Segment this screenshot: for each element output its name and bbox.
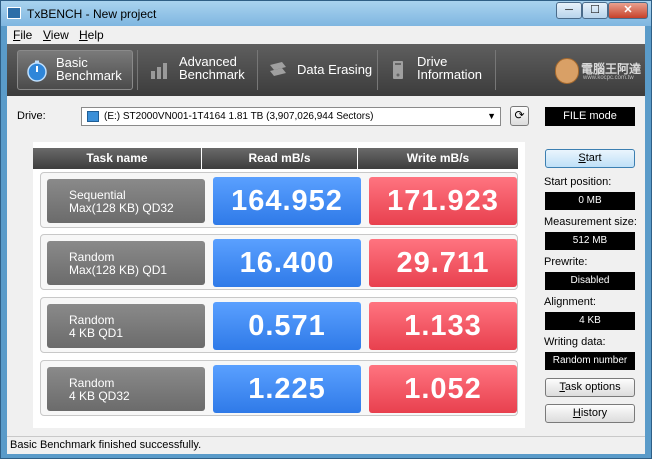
task-line1: Random (69, 313, 115, 327)
menu-file[interactable]: File (13, 28, 32, 42)
read-value: 16.400 (213, 239, 361, 287)
menu-help[interactable]: Help (79, 28, 104, 42)
write-value: 171.923 (369, 177, 517, 225)
measurement-size-value: 512 MB (545, 232, 635, 250)
drive-select[interactable]: (E:) ST2000VN001-1T4164 1.81 TB (3,907,0… (81, 107, 501, 126)
tab-advanced-benchmark[interactable]: Advanced Benchmark (141, 50, 255, 90)
stopwatch-icon (27, 60, 47, 82)
task-cell: Random 4 KB QD32 (47, 367, 205, 411)
alignment-label: Alignment: (544, 296, 596, 308)
task-line2: Max(128 KB) QD32 (69, 201, 174, 215)
tab-basic-label: Basic Benchmark (56, 55, 122, 83)
read-value: 164.952 (213, 177, 361, 225)
task-line1: Random (69, 250, 115, 264)
toolbar-separator (377, 50, 378, 90)
menu-view-label: iew (50, 28, 69, 42)
writing-data-value: Random number (545, 352, 635, 370)
task-line2: 4 KB QD32 (69, 389, 130, 403)
menu-view-accel: V (43, 28, 51, 42)
table-row: Random 4 KB QD32 1.225 1.052 (40, 360, 518, 416)
table-row: Random 4 KB QD1 0.571 1.133 (40, 297, 518, 353)
tab-advanced-label: Advanced Benchmark (179, 54, 245, 82)
start-label: tart (585, 152, 602, 164)
table-row: Random Max(128 KB) QD1 16.400 29.711 (40, 234, 518, 290)
header-write: Write mB/s (358, 148, 518, 169)
app-icon (7, 7, 21, 19)
history-label: istory (580, 407, 608, 419)
mode-indicator: FILE mode (545, 107, 635, 126)
header-task-name: Task name (33, 148, 201, 169)
toolbar-separator (495, 50, 496, 90)
menu-file-label: ile (20, 28, 33, 42)
menu-bar: File View Help (7, 26, 645, 44)
task-cell: Random 4 KB QD1 (47, 304, 205, 348)
close-button[interactable]: ✕ (608, 2, 648, 19)
menu-help-label: elp (87, 28, 104, 42)
results-table: Task name Read mB/s Write mB/s Sequentia… (33, 142, 525, 428)
start-position-value: 0 MB (545, 192, 635, 210)
status-text: Basic Benchmark finished successfully. (10, 439, 202, 451)
prewrite-label: Prewrite: (544, 256, 588, 268)
status-bar: Basic Benchmark finished successfully. (7, 436, 645, 454)
history-accel: H (572, 407, 581, 419)
write-value: 1.133 (369, 302, 517, 350)
disk-icon (87, 111, 99, 122)
alignment-value: 4 KB (545, 312, 635, 330)
read-value: 1.225 (213, 365, 361, 413)
measurement-size-label: Measurement size: (544, 216, 637, 228)
mascot-icon (555, 58, 579, 84)
toolbar-separator (257, 50, 258, 90)
window-title: TxBENCH - New project (27, 7, 157, 21)
drive-icon (393, 61, 403, 79)
chevron-down-icon: ▼ (487, 111, 496, 121)
task-cell: Random Max(128 KB) QD1 (47, 241, 205, 285)
drive-value: (E:) ST2000VN001-1T4164 1.81 TB (3,907,0… (104, 111, 374, 122)
app-window: TxBENCH - New project ─ ☐ ✕ File View He… (0, 0, 652, 459)
table-row: Sequential Max(128 KB) QD32 164.952 171.9… (40, 172, 518, 228)
read-value: 0.571 (213, 302, 361, 350)
watermark-logo: 電腦王阿達 www.kocpc.com.tw (555, 58, 641, 86)
logo-url: www.kocpc.com.tw (583, 75, 634, 81)
task-options-label: ask options (564, 381, 621, 393)
start-button[interactable]: Start (545, 149, 635, 168)
task-options-button[interactable]: Task options (545, 378, 635, 397)
tab-data-erasing[interactable]: Data Erasing (259, 50, 375, 90)
refresh-button[interactable]: ⟳ (510, 106, 529, 126)
write-value: 1.052 (369, 365, 517, 413)
write-value: 29.711 (369, 239, 517, 287)
history-button[interactable]: History (545, 404, 635, 423)
tab-drive-info-label: Drive Information (417, 54, 483, 82)
maximize-button[interactable]: ☐ (582, 2, 608, 19)
task-line2: Max(128 KB) QD1 (69, 263, 168, 277)
toolbar-separator (137, 50, 138, 90)
task-cell: Sequential Max(128 KB) QD32 (47, 179, 205, 223)
main-panel: Drive: (E:) ST2000VN001-1T4164 1.81 TB (… (7, 96, 645, 436)
menu-view[interactable]: View (43, 28, 69, 42)
writing-data-label: Writing data: (544, 336, 606, 348)
header-read: Read mB/s (202, 148, 357, 169)
tab-erasing-label: Data Erasing (297, 62, 373, 77)
task-line2: 4 KB QD1 (69, 326, 124, 340)
tab-basic-benchmark[interactable]: Basic Benchmark (17, 50, 133, 90)
task-line1: Sequential (69, 188, 126, 202)
minimize-button[interactable]: ─ (556, 2, 582, 19)
start-position-label: Start position: (544, 176, 612, 188)
prewrite-value: Disabled (545, 272, 635, 290)
toolbar: Basic Benchmark Advanced Benchmark Data Er… (7, 44, 645, 96)
menu-help-accel: H (79, 28, 88, 42)
bar-chart-icon (151, 63, 167, 79)
task-line1: Random (69, 376, 115, 390)
title-bar[interactable]: TxBENCH - New project ─ ☐ ✕ (1, 1, 651, 26)
eraser-icon (270, 62, 286, 76)
tab-drive-information[interactable]: Drive Information (379, 50, 493, 90)
start-accel: S (578, 152, 586, 164)
drive-label: Drive: (17, 110, 46, 122)
